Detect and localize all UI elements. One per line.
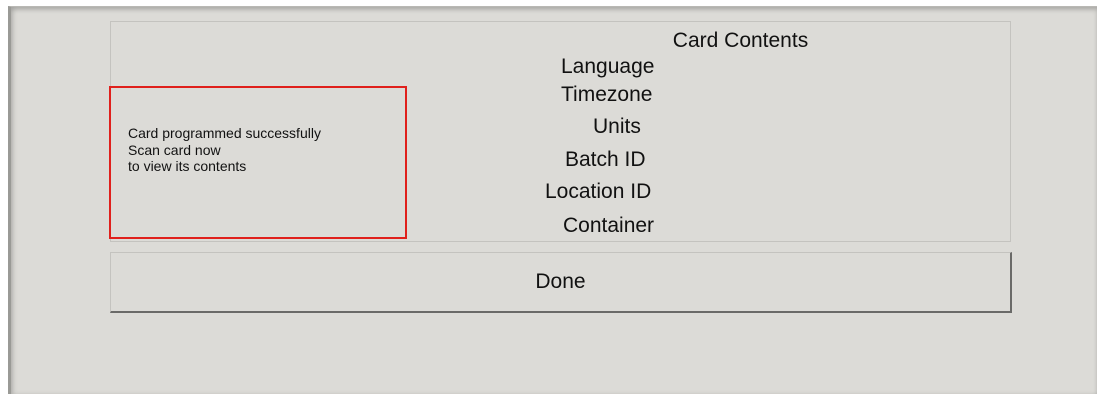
done-button[interactable]: Done — [110, 252, 1012, 313]
status-message-line: Scan card now — [128, 142, 221, 158]
status-message-line: to view its contents — [128, 158, 247, 174]
field-timezone: Timezone — [561, 83, 653, 106]
field-container: Container — [563, 214, 655, 237]
status-message-box: Card programmed successfully Scan card n… — [109, 86, 407, 239]
status-message-line: Card programmed successfully — [128, 125, 321, 141]
field-language: Language — [561, 55, 655, 78]
field-batch-id: Batch ID — [565, 148, 646, 171]
card-contents-title: Card Contents — [672, 29, 809, 52]
field-units: Units — [593, 115, 641, 138]
dialog-window: Card Contents Language Timezone Units Ba… — [8, 6, 1097, 394]
field-location-id: Location ID — [545, 180, 652, 203]
